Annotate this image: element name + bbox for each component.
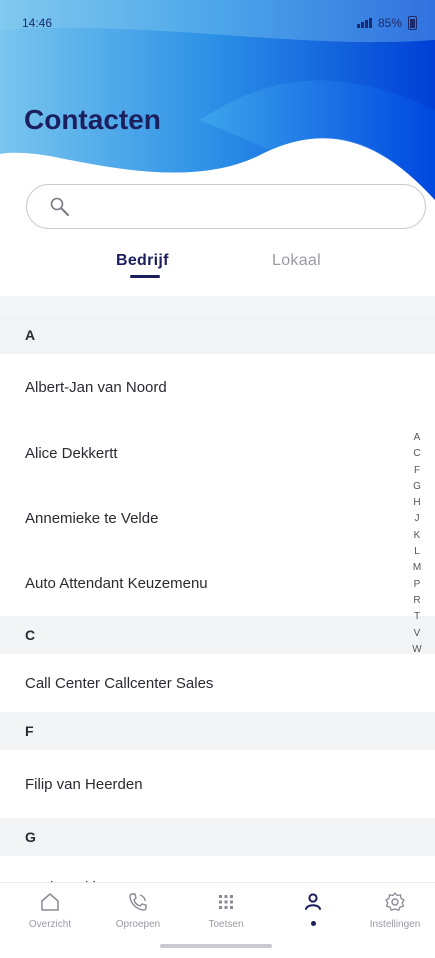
tab-lokaal[interactable]: Lokaal	[272, 252, 321, 270]
signal-icon	[356, 18, 372, 28]
nav-oproepen[interactable]: Oproepen	[98, 891, 178, 930]
tab-bedrijf[interactable]: Bedrijf	[116, 252, 169, 270]
divider	[0, 296, 435, 316]
status-bar: 14:46 85%	[0, 8, 435, 38]
battery-percentage: 85%	[377, 16, 402, 30]
contact-row[interactable]: Filip van Heerden	[0, 750, 435, 818]
section-header-a: A	[0, 316, 435, 354]
index-letter[interactable]: K	[414, 528, 421, 544]
section-header-f: F	[0, 712, 435, 750]
nav-label: Oproepen	[115, 919, 161, 930]
index-letter[interactable]: F	[414, 463, 420, 479]
active-tab-indicator	[130, 275, 160, 278]
index-letter[interactable]: C	[413, 446, 420, 462]
phone-icon	[129, 893, 147, 911]
dialpad-icon	[219, 895, 233, 909]
contacts-icon	[305, 893, 321, 910]
section-header-c: C	[0, 616, 435, 654]
index-letter[interactable]: R	[413, 593, 420, 609]
nav-label: Toetsen	[208, 919, 244, 930]
nav-label: Overzicht	[28, 919, 72, 930]
search-input[interactable]	[83, 198, 403, 215]
index-letter[interactable]: J	[415, 511, 420, 527]
active-nav-dot	[310, 921, 316, 926]
nav-toetsen[interactable]: Toetsen	[186, 891, 266, 930]
status-icons: 85%	[356, 16, 417, 30]
section-header-g: G	[0, 818, 435, 856]
nav-label: Instellingen	[369, 919, 421, 930]
home-icon	[41, 893, 59, 911]
index-letter[interactable]: P	[414, 577, 421, 593]
index-letter[interactable]: G	[413, 479, 421, 495]
nav-instellingen[interactable]: Instellingen	[355, 891, 435, 930]
index-letter[interactable]: W	[412, 642, 421, 658]
index-letter[interactable]: A	[414, 430, 421, 446]
contact-row[interactable]: Annemieke te Velde	[0, 486, 435, 550]
index-letter[interactable]: T	[414, 609, 420, 625]
header: 14:46 85% Contacten	[0, 0, 435, 200]
page-title: Contacten	[24, 104, 161, 135]
gear-icon	[385, 892, 405, 911]
contact-row[interactable]: Call Center Callcenter Sales	[0, 654, 435, 712]
index-letter[interactable]: M	[413, 560, 421, 576]
status-time: 14:46	[22, 16, 53, 30]
contact-list: A Albert-Jan van Noord Alice Dekkertt An…	[0, 316, 435, 918]
home-indicator[interactable]	[160, 944, 272, 948]
alphabet-index[interactable]: A C F G H J K L M P R T V W	[409, 430, 425, 658]
tab-bar: Bedrijf Lokaal	[0, 252, 435, 292]
battery-icon	[408, 16, 417, 30]
contact-row[interactable]: Albert-Jan van Noord	[0, 354, 435, 420]
contact-row[interactable]: Alice Dekkertt	[0, 420, 435, 486]
index-letter[interactable]: H	[413, 495, 420, 511]
search-icon	[50, 197, 69, 216]
contact-row[interactable]: Auto Attendant Keuzemenu	[0, 550, 435, 616]
nav-contacten[interactable]	[273, 891, 353, 926]
nav-overzicht[interactable]: Overzicht	[10, 891, 90, 930]
search-bar[interactable]	[26, 184, 426, 229]
index-letter[interactable]: L	[414, 544, 420, 560]
contacts-screen: 14:46 85% Contacten Bedrijf Lokaal A Alb…	[0, 0, 435, 958]
index-letter[interactable]: V	[414, 626, 421, 642]
